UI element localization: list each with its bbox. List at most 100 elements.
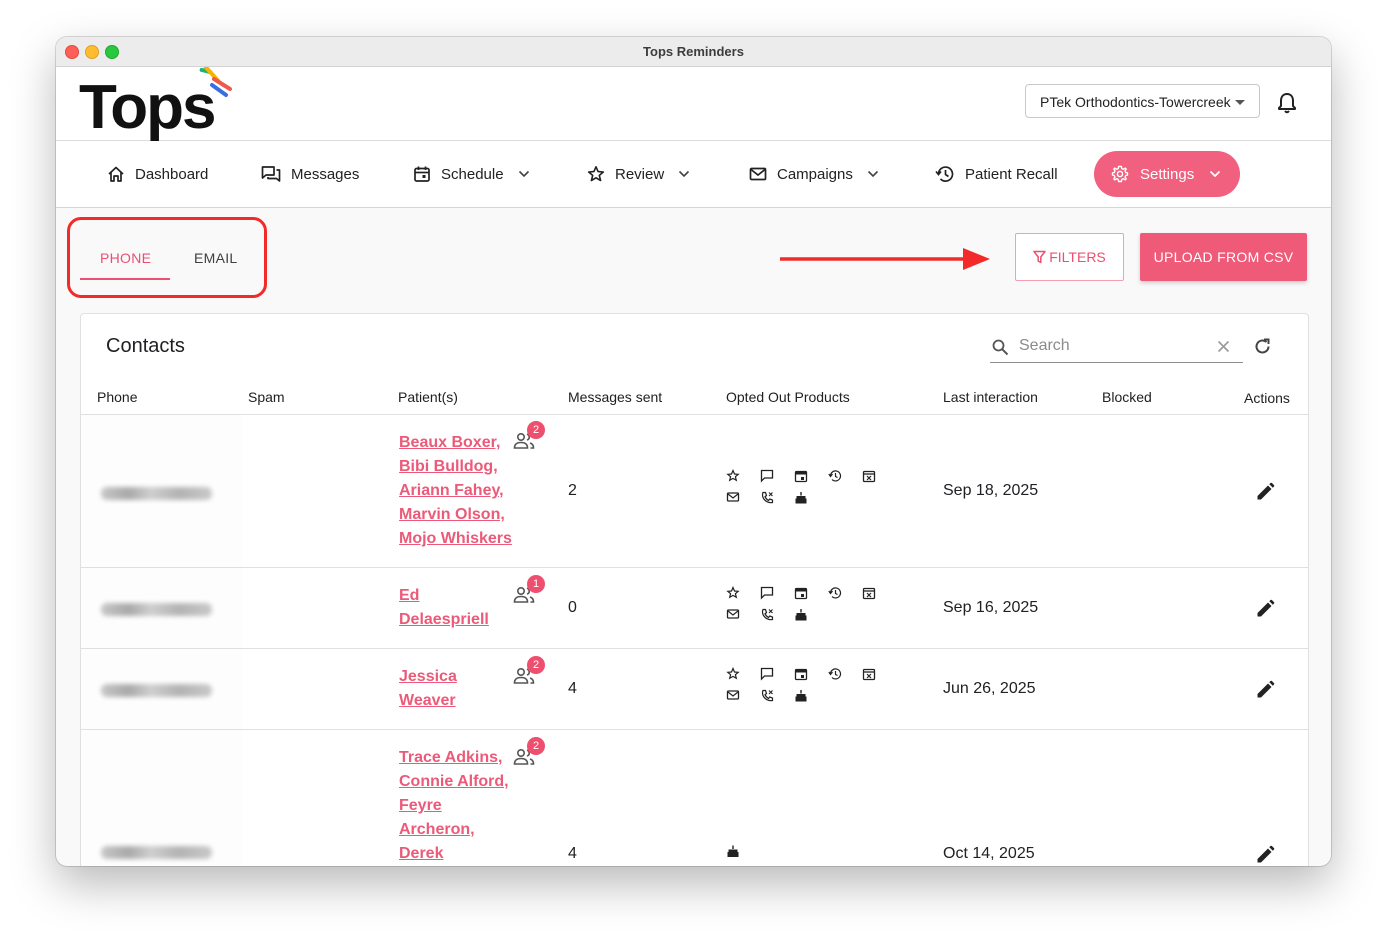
toolbar-area: PHONE EMAIL FILTERS UPLOAD FROM CSV (56, 207, 1331, 312)
patients-cell: Trace Adkins, Connie Alford, Feyre Arche… (399, 746, 527, 866)
nav-review[interactable]: Review (587, 141, 690, 207)
patient-link[interactable]: Ed (399, 584, 527, 608)
opted-out-products (726, 844, 746, 865)
patients-cell: Jessica Weaver (399, 665, 527, 713)
last-interaction-value: Jun 26, 2025 (943, 680, 1036, 697)
col-header-opted-out[interactable]: Opted Out Products (726, 389, 850, 405)
search-icon (992, 339, 1009, 356)
nav-schedule-label: Schedule (441, 165, 504, 183)
email-icon (726, 492, 740, 502)
patient-link[interactable]: Mojo Whiskers (399, 527, 527, 551)
chevron-down-icon (1210, 170, 1221, 178)
recall-icon (828, 587, 842, 599)
organization-select[interactable]: PTek Orthodontics-Towercreek (1025, 84, 1260, 118)
birthday-cake-icon (795, 690, 807, 702)
organization-select-value: PTek Orthodontics-Towercreek (1040, 94, 1231, 110)
phone-cell (81, 568, 242, 648)
row-divider (81, 729, 1308, 730)
messages-icon (760, 469, 774, 483)
phone-cell (81, 730, 242, 866)
window-title: Tops Reminders (643, 44, 744, 59)
calendar-x-icon (862, 587, 876, 600)
phone-icon (761, 608, 774, 621)
edit-pencil-icon[interactable] (1255, 845, 1275, 865)
nav-patient-recall[interactable]: Patient Recall (935, 141, 1058, 207)
nav-schedule[interactable]: Schedule (413, 141, 530, 207)
messages-sent-value: 0 (568, 599, 577, 616)
patient-link[interactable]: Derek (399, 842, 527, 866)
col-header-blocked[interactable]: Blocked (1102, 389, 1152, 405)
edit-pencil-icon[interactable] (1255, 599, 1275, 619)
nav-messages[interactable]: Messages (261, 141, 359, 207)
review-star-icon (726, 585, 740, 599)
patient-link[interactable]: Beaux Boxer, (399, 431, 527, 455)
chat-bubbles-icon (261, 166, 281, 182)
calendar-x-icon (862, 668, 876, 681)
chevron-down-icon (679, 170, 690, 178)
edit-pencil-icon[interactable] (1255, 482, 1275, 502)
patient-link[interactable]: Archeron, (399, 818, 527, 842)
nav-campaigns[interactable]: Campaigns (749, 141, 879, 207)
last-interaction-value: Sep 16, 2025 (943, 599, 1039, 616)
patient-link[interactable]: Trace Adkins, (399, 746, 527, 770)
contacts-table-card: Contacts Search Phone Spam Patient(s) Me… (80, 313, 1309, 866)
filters-button-label: FILTERS (1049, 249, 1106, 265)
chevron-down-icon (867, 170, 878, 178)
upload-csv-button[interactable]: UPLOAD FROM CSV (1140, 233, 1307, 281)
review-star-icon (726, 468, 740, 482)
search-input[interactable]: Search (1019, 337, 1070, 355)
patient-link[interactable]: Connie Alford, (399, 770, 527, 794)
schedule-icon (794, 470, 808, 483)
dropdown-caret-icon (1235, 100, 1245, 105)
edit-pencil-icon[interactable] (1255, 680, 1275, 700)
logo-stripes-icon (199, 67, 232, 97)
redacted-phone-number (101, 684, 212, 697)
col-header-messages-sent[interactable]: Messages sent (568, 389, 662, 405)
refresh-icon[interactable] (1253, 337, 1272, 356)
row-divider (81, 567, 1308, 568)
tops-logo[interactable]: Tops (79, 73, 216, 143)
messages-sent-value: 2 (568, 482, 577, 499)
schedule-icon (794, 587, 808, 600)
opted-out-products (726, 585, 886, 631)
main-nav: Dashboard Messages Schedule Review Campa… (56, 141, 1331, 208)
app-window: Tops Reminders Tops PTek Orthodontics-To… (56, 37, 1331, 866)
nav-dashboard[interactable]: Dashboard (107, 141, 208, 207)
last-interaction-value: Oct 14, 2025 (943, 845, 1035, 862)
phone-cell (81, 415, 242, 567)
recall-icon (828, 668, 842, 680)
row-divider (81, 648, 1308, 649)
recall-icon (828, 470, 842, 482)
col-header-patients[interactable]: Patient(s) (398, 389, 458, 405)
patient-link[interactable]: Jessica (399, 665, 527, 689)
patients-cell: Ed Delaespriell (399, 584, 527, 632)
patient-count-badge: 2 (527, 656, 545, 674)
birthday-cake-icon (795, 492, 807, 504)
patient-link[interactable]: Feyre (399, 794, 527, 818)
patient-link[interactable]: Delaespriell (399, 608, 527, 632)
patient-link[interactable]: Ariann Fahey, (399, 479, 527, 503)
schedule-icon (794, 668, 808, 681)
birthday-cake-icon (727, 845, 739, 857)
filter-funnel-icon (1033, 250, 1046, 264)
email-icon (726, 609, 740, 619)
nav-settings[interactable]: Settings (1094, 151, 1240, 197)
patient-count-badge: 1 (527, 575, 545, 593)
search-field[interactable]: Search (990, 331, 1243, 363)
annotation-arrow (780, 248, 990, 270)
patient-link[interactable]: Weaver (399, 689, 527, 713)
clear-search-icon[interactable] (1217, 340, 1230, 353)
nav-patient-recall-label: Patient Recall (965, 165, 1058, 183)
nav-review-label: Review (615, 165, 665, 183)
home-icon (108, 166, 124, 182)
birthday-cake-icon (795, 609, 807, 621)
patient-link[interactable]: Bibi Bulldog, (399, 455, 527, 479)
filters-button[interactable]: FILTERS (1015, 233, 1124, 281)
col-header-spam[interactable]: Spam (248, 389, 285, 405)
history-icon (935, 166, 954, 182)
patients-cell: Beaux Boxer, Bibi Bulldog, Ariann Fahey,… (399, 431, 527, 551)
col-header-phone[interactable]: Phone (97, 389, 137, 405)
notifications-bell-icon[interactable] (1277, 92, 1297, 114)
patient-link[interactable]: Marvin Olson, (399, 503, 527, 527)
col-header-last-interaction[interactable]: Last interaction (943, 389, 1038, 405)
